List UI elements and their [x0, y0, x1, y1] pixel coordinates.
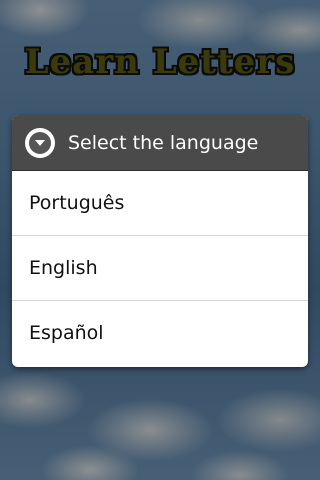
dialog-header: Select the language: [12, 115, 308, 171]
language-dialog: Select the language Português English Es…: [12, 115, 308, 367]
dialog-title: Select the language: [68, 131, 259, 154]
chevron-down-circle-icon: [25, 127, 55, 158]
language-option-portugues[interactable]: Português: [12, 171, 308, 236]
language-option-espanol[interactable]: Español: [12, 301, 308, 365]
language-option-english[interactable]: English: [12, 236, 308, 301]
